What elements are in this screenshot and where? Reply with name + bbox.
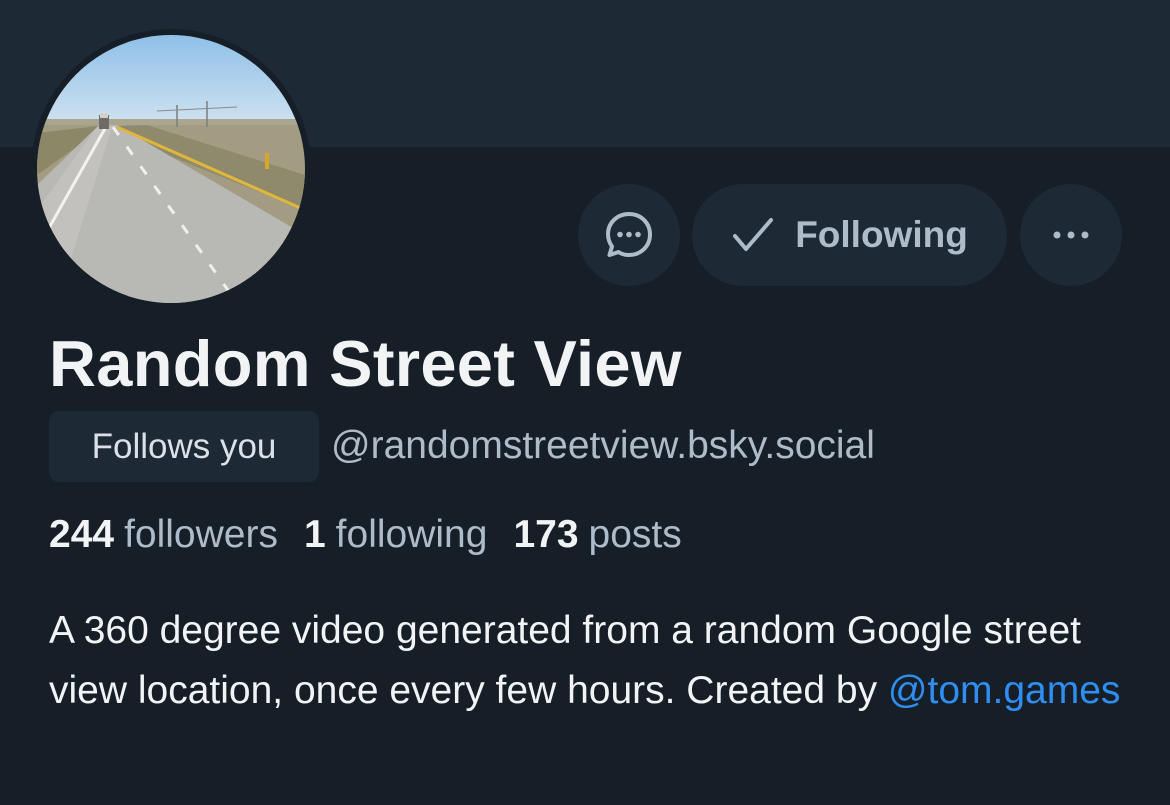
followers-count: 244 — [49, 513, 115, 556]
followers-label: followers — [124, 513, 278, 556]
following-label: following — [335, 513, 488, 556]
profile-stats: 244 followers 1 following 173 posts — [49, 509, 708, 561]
ellipsis-icon — [1053, 231, 1089, 239]
more-options-button[interactable] — [1020, 184, 1122, 286]
following-stat[interactable]: 1 following — [304, 509, 487, 561]
display-name: Random Street View — [49, 327, 682, 400]
profile-bio: A 360 degree video generated from a rand… — [49, 601, 1129, 721]
bio-mention-link[interactable]: @tom.games — [888, 669, 1121, 712]
profile-handle: @randomstreetview.bsky.social — [331, 424, 875, 467]
checkmark-icon — [733, 218, 774, 251]
chat-bubble-icon — [606, 212, 652, 257]
following-button[interactable]: Following — [692, 184, 1007, 286]
follows-you-badge: Follows you — [49, 411, 319, 482]
posts-count: 173 — [513, 513, 579, 556]
posts-stat: 173 posts — [513, 509, 681, 561]
following-button-label: Following — [795, 214, 968, 255]
avatar-road-photo — [37, 35, 305, 303]
message-button[interactable] — [578, 184, 680, 286]
posts-label: posts — [588, 513, 682, 556]
following-count: 1 — [303, 513, 326, 556]
followers-stat[interactable]: 244 followers — [49, 509, 278, 561]
profile-avatar[interactable] — [31, 29, 311, 309]
